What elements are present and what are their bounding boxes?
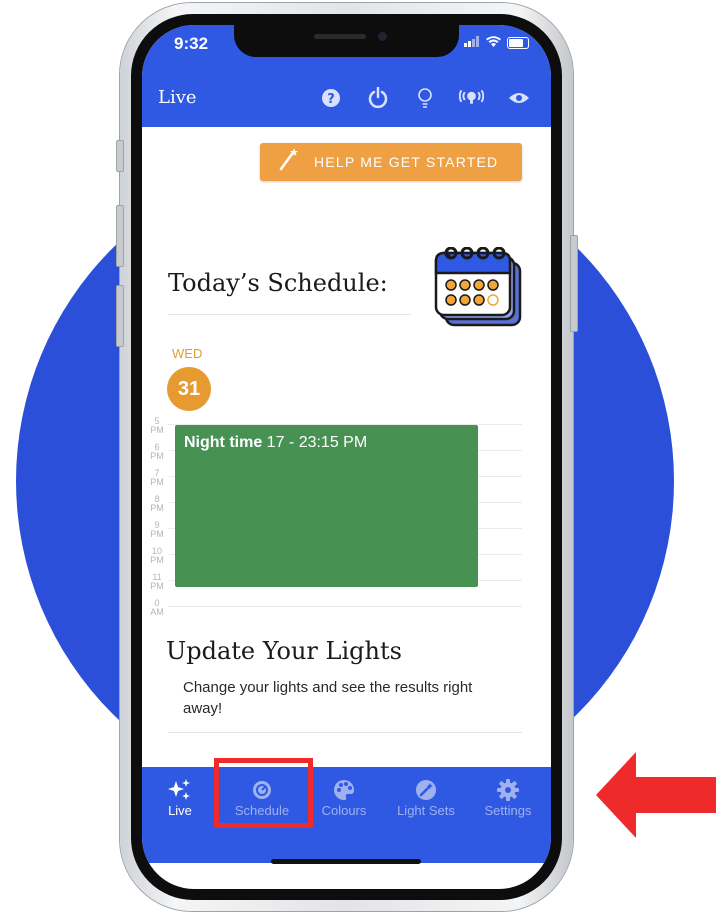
hour-ampm: PM <box>150 477 164 487</box>
nav-label: Live <box>168 803 192 818</box>
sparkles-icon <box>142 779 220 803</box>
calendar-icon <box>434 246 526 331</box>
volume-down-button <box>116 285 124 347</box>
nav-label: Colours <box>321 803 367 818</box>
event-text: Night time 17 - 23:15 PM <box>184 434 367 452</box>
event-time: 17 - 23:15 PM <box>266 434 368 451</box>
magic-wand-icon <box>278 147 300 177</box>
app-title: Live <box>158 87 197 108</box>
hour-ampm: PM <box>150 425 164 435</box>
speaker <box>314 34 366 39</box>
phone-screen: 9:32 Live ? HELP ME GET STARTED Today’s … <box>142 25 551 889</box>
nav-label: Settings <box>484 803 532 818</box>
red-arrow-icon <box>596 752 716 838</box>
front-camera <box>378 32 387 41</box>
mute-switch <box>116 140 124 172</box>
help-icon[interactable]: ? <box>318 85 343 110</box>
svg-text:?: ? <box>327 92 335 107</box>
hour-row: 0 AM <box>142 599 522 625</box>
help-me-get-started-button[interactable]: HELP ME GET STARTED <box>260 143 522 181</box>
status-time: 9:32 <box>174 34 209 53</box>
day-number-badge[interactable]: 31 <box>167 367 211 411</box>
nav-item-light-sets[interactable]: Light Sets <box>386 779 466 818</box>
schedule-event[interactable]: Night time 17 - 23:15 PM <box>175 425 478 587</box>
day-name: WED <box>172 346 203 361</box>
notch <box>234 25 459 57</box>
nav-item-settings[interactable]: Settings <box>468 779 548 818</box>
bottom-nav: Live Schedule Colours Light Sets Setting… <box>142 767 551 863</box>
hour-ampm: PM <box>150 503 164 513</box>
volume-up-button <box>116 205 124 267</box>
hour-ampm: AM <box>150 607 164 617</box>
nav-item-live[interactable]: Live <box>142 779 220 818</box>
app-header: 9:32 Live ? <box>142 25 551 127</box>
broadcast-icon[interactable] <box>459 85 484 110</box>
nav-label: Light Sets <box>397 803 455 818</box>
bulb-icon[interactable] <box>412 85 437 110</box>
update-title: Update Your Lights <box>166 637 402 665</box>
signal-icon <box>464 35 480 50</box>
highlight-box <box>214 758 313 828</box>
hour-ampm: PM <box>150 529 164 539</box>
hour-ampm: PM <box>150 451 164 461</box>
header-actions: ? <box>318 85 531 110</box>
nav-item-colours[interactable]: Colours <box>304 779 384 818</box>
hour-line <box>168 606 522 607</box>
divider <box>168 314 411 315</box>
hour-ampm: PM <box>150 581 164 591</box>
status-icons <box>464 35 529 50</box>
wifi-icon <box>486 35 501 50</box>
update-description: Change your lights and see the results r… <box>183 679 473 717</box>
gear-icon <box>468 779 548 803</box>
eye-icon[interactable] <box>506 85 531 110</box>
hour-ampm: PM <box>150 555 164 565</box>
wand-sets-icon <box>386 779 466 803</box>
divider <box>168 732 522 733</box>
power-side-button <box>570 235 578 332</box>
event-name: Night time <box>184 434 263 451</box>
schedule-title: Today’s Schedule: <box>168 269 388 297</box>
palette-icon <box>304 779 384 803</box>
battery-icon <box>507 36 529 49</box>
home-indicator[interactable] <box>271 859 421 864</box>
power-icon[interactable] <box>365 85 390 110</box>
help-button-label: HELP ME GET STARTED <box>314 154 499 170</box>
